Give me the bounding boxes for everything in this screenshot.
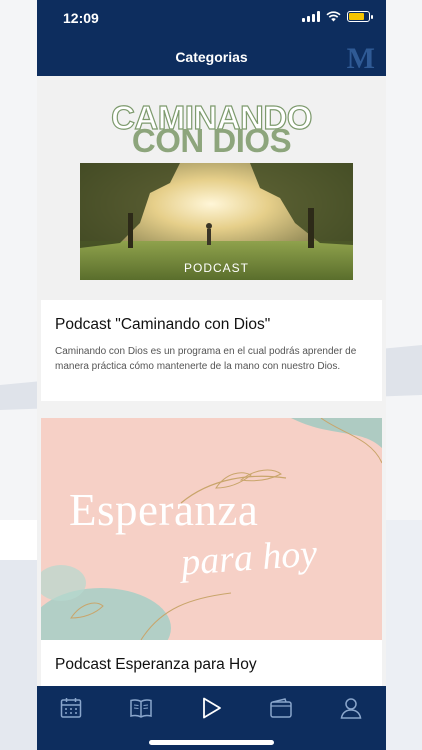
tab-wallet[interactable] — [269, 696, 293, 720]
signal-icon — [302, 11, 320, 22]
status-icons — [302, 11, 373, 22]
app-logo: M — [346, 42, 375, 75]
podcast-card-body[interactable]: Podcast "Caminando con Dios" Caminando c… — [41, 300, 382, 401]
artwork-title-line2: CON DIOS — [131, 122, 292, 159]
podcast-cover-photo: PODCAST — [80, 163, 353, 280]
card-description: Caminando con Dios es un programa en el … — [55, 346, 357, 372]
card-title: Podcast Esperanza para Hoy — [55, 656, 257, 673]
status-time: 12:09 — [63, 10, 99, 26]
tab-book[interactable] — [129, 696, 153, 720]
tab-calendar[interactable] — [59, 696, 83, 720]
nav-header: Categorias M — [37, 38, 386, 76]
phone-screen: 12:09 Categorias M CAMINANDO CON DIOS PO… — [37, 0, 386, 750]
podcast-card-body[interactable]: Podcast Esperanza para Hoy — [41, 640, 382, 686]
page-title: Categorias — [175, 49, 248, 65]
calendar-icon — [60, 698, 82, 718]
category-list[interactable]: CAMINANDO CON DIOS PODCAST Podcast "Cami… — [37, 76, 386, 686]
podcast-card-artwork[interactable]: Esperanza para hoy — [41, 418, 382, 640]
artwork-title-line1: Esperanza — [69, 485, 259, 535]
podcast-card-artwork[interactable]: CAMINANDO CON DIOS PODCAST — [37, 76, 386, 300]
battery-icon — [347, 11, 373, 22]
artwork-caption: PODCAST — [183, 261, 249, 275]
profile-icon — [340, 698, 362, 719]
status-bar: 12:09 — [37, 0, 386, 38]
wifi-icon — [326, 11, 341, 22]
book-icon — [130, 699, 152, 718]
home-indicator[interactable] — [149, 740, 274, 745]
tab-play[interactable] — [199, 696, 223, 720]
play-icon — [203, 697, 221, 719]
tab-profile[interactable] — [339, 696, 363, 720]
card-title: Podcast "Caminando con Dios" — [55, 316, 271, 333]
wallet-icon — [270, 698, 292, 718]
